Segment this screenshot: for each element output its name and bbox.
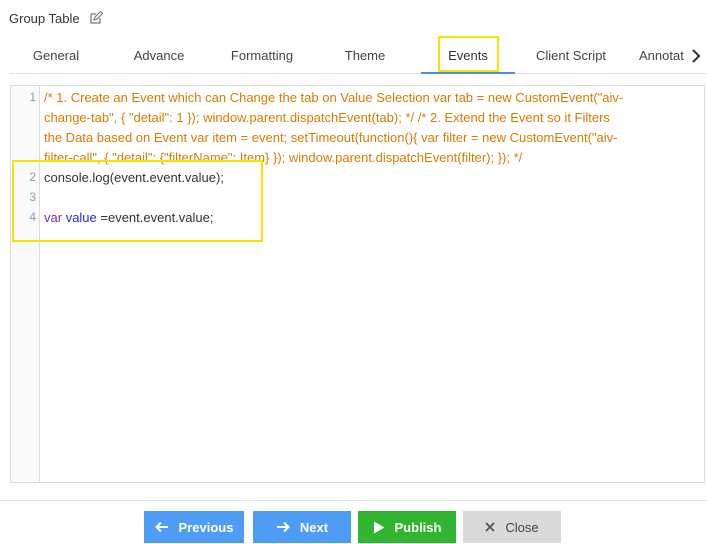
line-number: 1 <box>29 90 36 104</box>
code-comment-line: filter-call", { "detail": {"filterName":… <box>44 150 523 165</box>
tab-advance[interactable]: Advance <box>112 38 206 74</box>
publish-button[interactable]: Publish <box>358 511 456 543</box>
tab-annotation[interactable]: Annotat <box>639 38 689 74</box>
play-icon <box>373 521 385 533</box>
line-number-gutter: 1 2 3 4 <box>11 86 40 482</box>
next-label: Next <box>299 519 329 535</box>
previous-label: Previous <box>178 519 234 535</box>
code-comment-line: /* 1. Create an Event which can Change t… <box>44 90 624 105</box>
title-bar: Group Table <box>0 0 707 38</box>
tab-formatting[interactable]: Formatting <box>216 38 308 74</box>
tab-theme[interactable]: Theme <box>318 38 412 74</box>
tab-general[interactable]: General <box>10 38 102 74</box>
next-button[interactable]: Next <box>253 511 351 543</box>
line-number: 4 <box>29 210 36 224</box>
line-number: 2 <box>29 170 36 184</box>
close-button[interactable]: Close <box>463 511 561 543</box>
code-comment-line: the Data based on Event var item = event… <box>44 130 618 145</box>
line-number: 3 <box>29 190 36 204</box>
code-expression: =event.event.value; <box>96 210 214 225</box>
code-comment-line: change-tab", { "detail": 1 }); window.pa… <box>44 110 610 125</box>
arrow-left-icon <box>154 521 168 533</box>
publish-label: Publish <box>394 519 442 535</box>
chevron-right-icon[interactable] <box>689 38 703 74</box>
previous-button[interactable]: Previous <box>144 511 244 543</box>
code-line-var-value: var value =event.event.value; <box>44 208 214 228</box>
code-line-console-log: console.log(event.event.value); <box>44 170 224 185</box>
close-label: Close <box>505 519 539 535</box>
code-identifier: value <box>65 210 97 225</box>
tab-events[interactable]: Events <box>421 38 515 74</box>
tab-client-script[interactable]: Client Script <box>525 38 617 74</box>
footer-divider <box>0 500 707 501</box>
arrow-right-icon <box>276 521 290 533</box>
code-keyword: var <box>44 210 63 225</box>
page-title: Group Table <box>9 11 80 26</box>
edit-icon[interactable] <box>89 11 103 25</box>
code-editor[interactable]: 1 2 3 4 /* 1. Create an Event which can … <box>10 85 705 483</box>
tab-bar: General Advance Formatting Theme Events … <box>10 38 707 74</box>
close-icon <box>485 522 496 532</box>
